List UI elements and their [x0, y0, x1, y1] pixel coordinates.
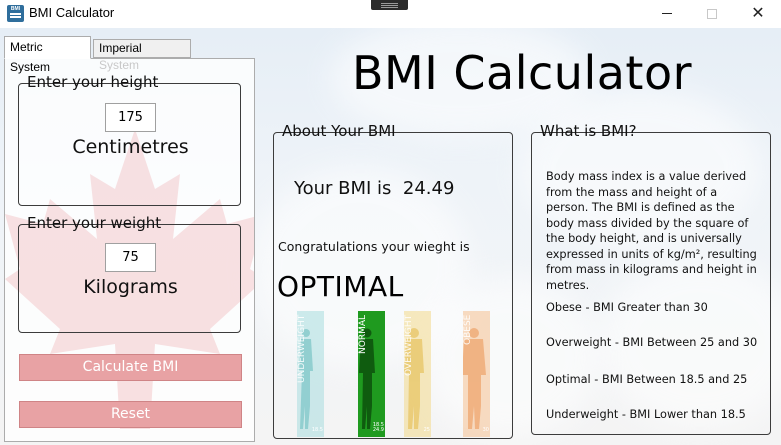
minimize-button[interactable]: [645, 0, 689, 28]
metric-tab-panel: Enter your height 175 Centimetres Enter …: [4, 58, 255, 442]
about-bmi-group: About Your BMI Your BMI is 24.49 Congrat…: [273, 122, 513, 439]
congrats-text: Congratulations your wieght is: [278, 239, 470, 254]
what-is-bmi-group: What is BMI? Body mass index is a value …: [531, 122, 771, 435]
window-title: BMI Calculator: [29, 5, 115, 20]
optimal-range-text: Optimal - BMI Between 18.5 and 25: [546, 373, 748, 386]
weight-group-title: Enter your weight: [27, 214, 162, 232]
bmi-value: 24.49: [402, 178, 455, 199]
minimize-icon: [662, 13, 672, 14]
overweight-label: OVERWEIGHT: [404, 315, 414, 377]
app-icon-text: BMI: [10, 6, 21, 12]
normal-range: 18.5 24.9: [372, 422, 384, 433]
height-group: Enter your height 175 Centimetres: [18, 73, 241, 206]
height-input[interactable]: 175: [105, 103, 156, 132]
weight-input[interactable]: 75: [105, 243, 156, 272]
weight-category-result: OPTIMAL: [277, 270, 404, 303]
maximize-icon: [707, 9, 717, 19]
obese-figure: OBESE 30: [462, 311, 490, 437]
bmi-result-line: Your BMI is 24.49: [294, 178, 454, 199]
obese-label: OBESE: [463, 315, 473, 346]
underweight-label: UNDERWEIGHT: [297, 315, 307, 384]
page-title: BMI Calculator: [351, 46, 693, 100]
weight-group: Enter your weight 75 Kilograms: [18, 214, 241, 333]
normal-label: NORMAL: [358, 315, 368, 355]
bmi-app-icon: BMI: [7, 5, 24, 22]
underweight-figure: UNDERWEIGHT 18.5: [297, 311, 324, 437]
height-unit-label: Centimetres: [72, 136, 189, 158]
underweight-range: 18.5: [311, 427, 323, 433]
weight-unit-label: Kilograms: [83, 276, 178, 298]
reset-button[interactable]: Reset: [19, 401, 242, 428]
underweight-range-text: Underweight - BMI Lower than 18.5: [546, 408, 746, 421]
maximize-button[interactable]: [690, 0, 734, 28]
close-button[interactable]: ✕: [736, 0, 780, 28]
bmi-description: Body mass index is a value derived from …: [546, 170, 757, 292]
overweight-figure: OVERWEIGHT 25: [404, 311, 431, 437]
normal-figure: NORMAL 18.5 24.9: [358, 311, 385, 437]
obese-range: 30: [482, 427, 489, 433]
bmi-label: Your BMI is: [294, 178, 392, 199]
close-icon: ✕: [751, 3, 765, 22]
obese-range-text: Obese - BMI Greater than 30: [546, 301, 708, 314]
title-bar: BMI BMI Calculator ✕: [0, 0, 781, 28]
tab-imperial-system[interactable]: Imperial System: [93, 39, 191, 72]
about-group-title: About Your BMI: [282, 122, 396, 140]
calculate-bmi-button[interactable]: Calculate BMI: [19, 354, 242, 381]
overweight-range-text: Overweight - BMI Between 25 and 30: [546, 336, 758, 349]
overweight-range: 25: [423, 427, 430, 433]
drag-grip[interactable]: [371, 0, 408, 10]
what-group-title: What is BMI?: [540, 122, 637, 140]
tab-metric-system[interactable]: Metric System: [4, 36, 91, 74]
